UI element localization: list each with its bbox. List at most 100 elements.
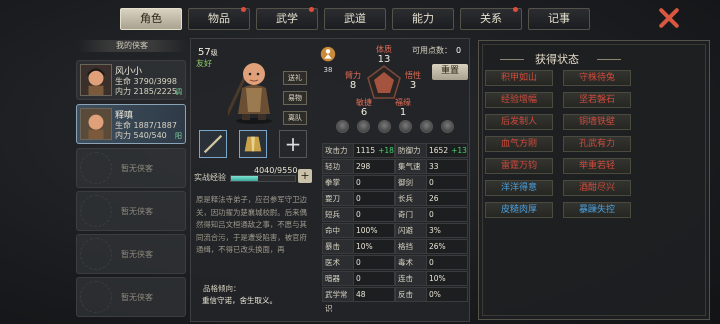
status-effect[interactable]: 血气方刚 [485,136,553,152]
status-effect[interactable]: 皮糙肉厚 [485,202,553,218]
armor-slot[interactable] [239,130,267,158]
stats-table: 攻击力1115+181防御力1652+132轻功298集气速度33拳掌0御剑0耍… [322,143,468,313]
tab-1[interactable]: 物品 [188,7,250,30]
stat-number: 0 [356,194,361,203]
stat-row: 命中 100% 闪避 3% [322,223,468,238]
stat-number: 26 [429,194,439,203]
status-effect[interactable]: 举重若轻 [563,158,631,174]
companion-slot[interactable]: 释嗔 生命 1887/1887 内力 540/540 阳 [76,104,186,144]
attr-fortune: 福缘 1 [388,97,418,118]
trade-button[interactable]: 易物 [283,91,307,105]
tab-6[interactable]: 记事 [528,8,590,30]
stat-cell: 防御力1652+132 [395,143,468,158]
gift-button[interactable]: 送礼 [283,71,307,85]
empty-companion-slot[interactable]: 暂无侠客 [76,234,186,274]
tab-label: 角色 [140,12,162,25]
points-label: 可用点数： [412,46,452,55]
stat-number: 0% [429,290,441,299]
tab-2[interactable]: 武学 [256,7,318,30]
status-effect[interactable]: 洋洋得意 [485,180,553,196]
tab-4[interactable]: 能力 [392,8,454,30]
level-unit: 级 [210,49,218,57]
orb-icon[interactable] [441,120,454,133]
level-value: 57 [198,47,211,58]
stat-number: 0 [356,178,361,187]
status-effect[interactable]: 酒酣尽兴 [563,180,631,196]
empty-companion-slot[interactable]: 暂无侠客 [76,277,186,317]
stat-key: 集气速度 [395,159,427,185]
empty-slot-label: 暂无侠客 [121,250,153,259]
tab-label: 关系 [480,12,502,25]
orb-icon[interactable] [336,120,349,133]
companion-slot[interactable]: 风小小 生命 3790/3998 内力 2185/2225 调 [76,60,186,100]
orb-icon[interactable] [378,120,391,133]
attr-comprehension: 悟性 3 [398,70,428,91]
stat-cell: 暴击 10% [322,239,395,254]
status-effect[interactable]: 积甲如山 [485,70,553,86]
stat-key: 御剑 [395,175,427,190]
stat-key: 反击 [395,287,427,302]
empty-avatar [80,238,112,270]
stat-row: 短兵 0 奇门 0 [322,207,468,222]
robe-icon [244,136,262,152]
stat-number: 0 [429,258,434,267]
weapon-slot[interactable] [199,130,227,158]
attribute-pentagon [367,65,401,99]
stat-number: 48 [356,290,366,299]
status-effect[interactable]: 暴躁失控 [563,202,631,218]
add-equipment-button[interactable]: + [279,130,307,158]
stat-number: 1652 [429,146,449,155]
preference-title: 品格倾向： [203,284,241,293]
status-effect[interactable]: 孔武有力 [563,136,631,152]
character-bio: 原是释法寺弟子，应召参军守卫边关，因功擢为楚襄城校尉。后来偶然得知吕文桓通敌之事… [196,195,307,254]
stat-value: 0 [427,175,468,190]
attr-strength: 臂力 8 [338,70,368,91]
skill-orbs [336,120,454,133]
status-effect[interactable]: 后发制人 [485,114,553,130]
stat-row: 耍刀 0 长兵 26 [322,191,468,206]
stat-key: 拳掌 [322,175,354,190]
attr-value: 8 [349,80,357,91]
exp-value: 4040/9550 [254,166,298,175]
stat-key: 短兵 [322,207,354,222]
stat-key: 轻功 [322,159,354,174]
empty-companion-slot[interactable]: 暂无侠客 [76,191,186,231]
add-exp-button[interactable]: + [298,169,312,183]
stat-value: 100% [354,223,395,238]
stat-value: 10% [354,239,395,254]
companion-avatar [80,64,112,96]
empty-avatar [80,195,112,227]
tab-0[interactable]: 角色 [120,8,182,30]
stat-value: 0 [354,207,395,222]
orb-icon[interactable] [399,120,412,133]
stat-number: 10% [356,242,373,251]
status-effect[interactable]: 守株待兔 [563,70,631,86]
stat-cell: 短兵 0 [322,207,395,222]
stat-key: 暗器 [322,271,354,286]
status-effect[interactable]: 铜墙铁壁 [563,114,631,130]
points-value: 0 [456,46,462,55]
leave-party-button[interactable]: 离队 [283,111,307,125]
reset-button[interactable]: 重置 [432,64,468,80]
stat-cell: 轻功 298 [322,159,395,174]
orb-icon[interactable] [357,120,370,133]
stat-value: 3% [427,223,468,238]
notification-dot [309,7,314,12]
status-effect[interactable]: 坚若磐石 [563,92,631,108]
tab-5[interactable]: 关系 [460,7,522,30]
stat-value: 33 [427,159,468,174]
status-effect[interactable]: 经验增幅 [485,92,553,108]
close-icon[interactable] [656,5,682,31]
stat-cell: 攻击力1115+181 [322,143,395,158]
exp-label: 实战经验 [194,173,226,182]
potential-value: 38 [323,66,333,74]
orb-icon[interactable] [420,120,433,133]
stat-value: 0 [354,271,395,286]
status-effect[interactable]: 雷霆万钧 [485,158,553,174]
empty-avatar [80,281,112,313]
stat-value: 1115+181 [354,143,395,158]
stat-row: 武学常识 48 反击 0% [322,287,468,313]
tab-3[interactable]: 武道 [324,8,386,30]
empty-companion-slot[interactable]: 暂无侠客 [76,148,186,188]
stat-value: 48 [354,287,395,302]
